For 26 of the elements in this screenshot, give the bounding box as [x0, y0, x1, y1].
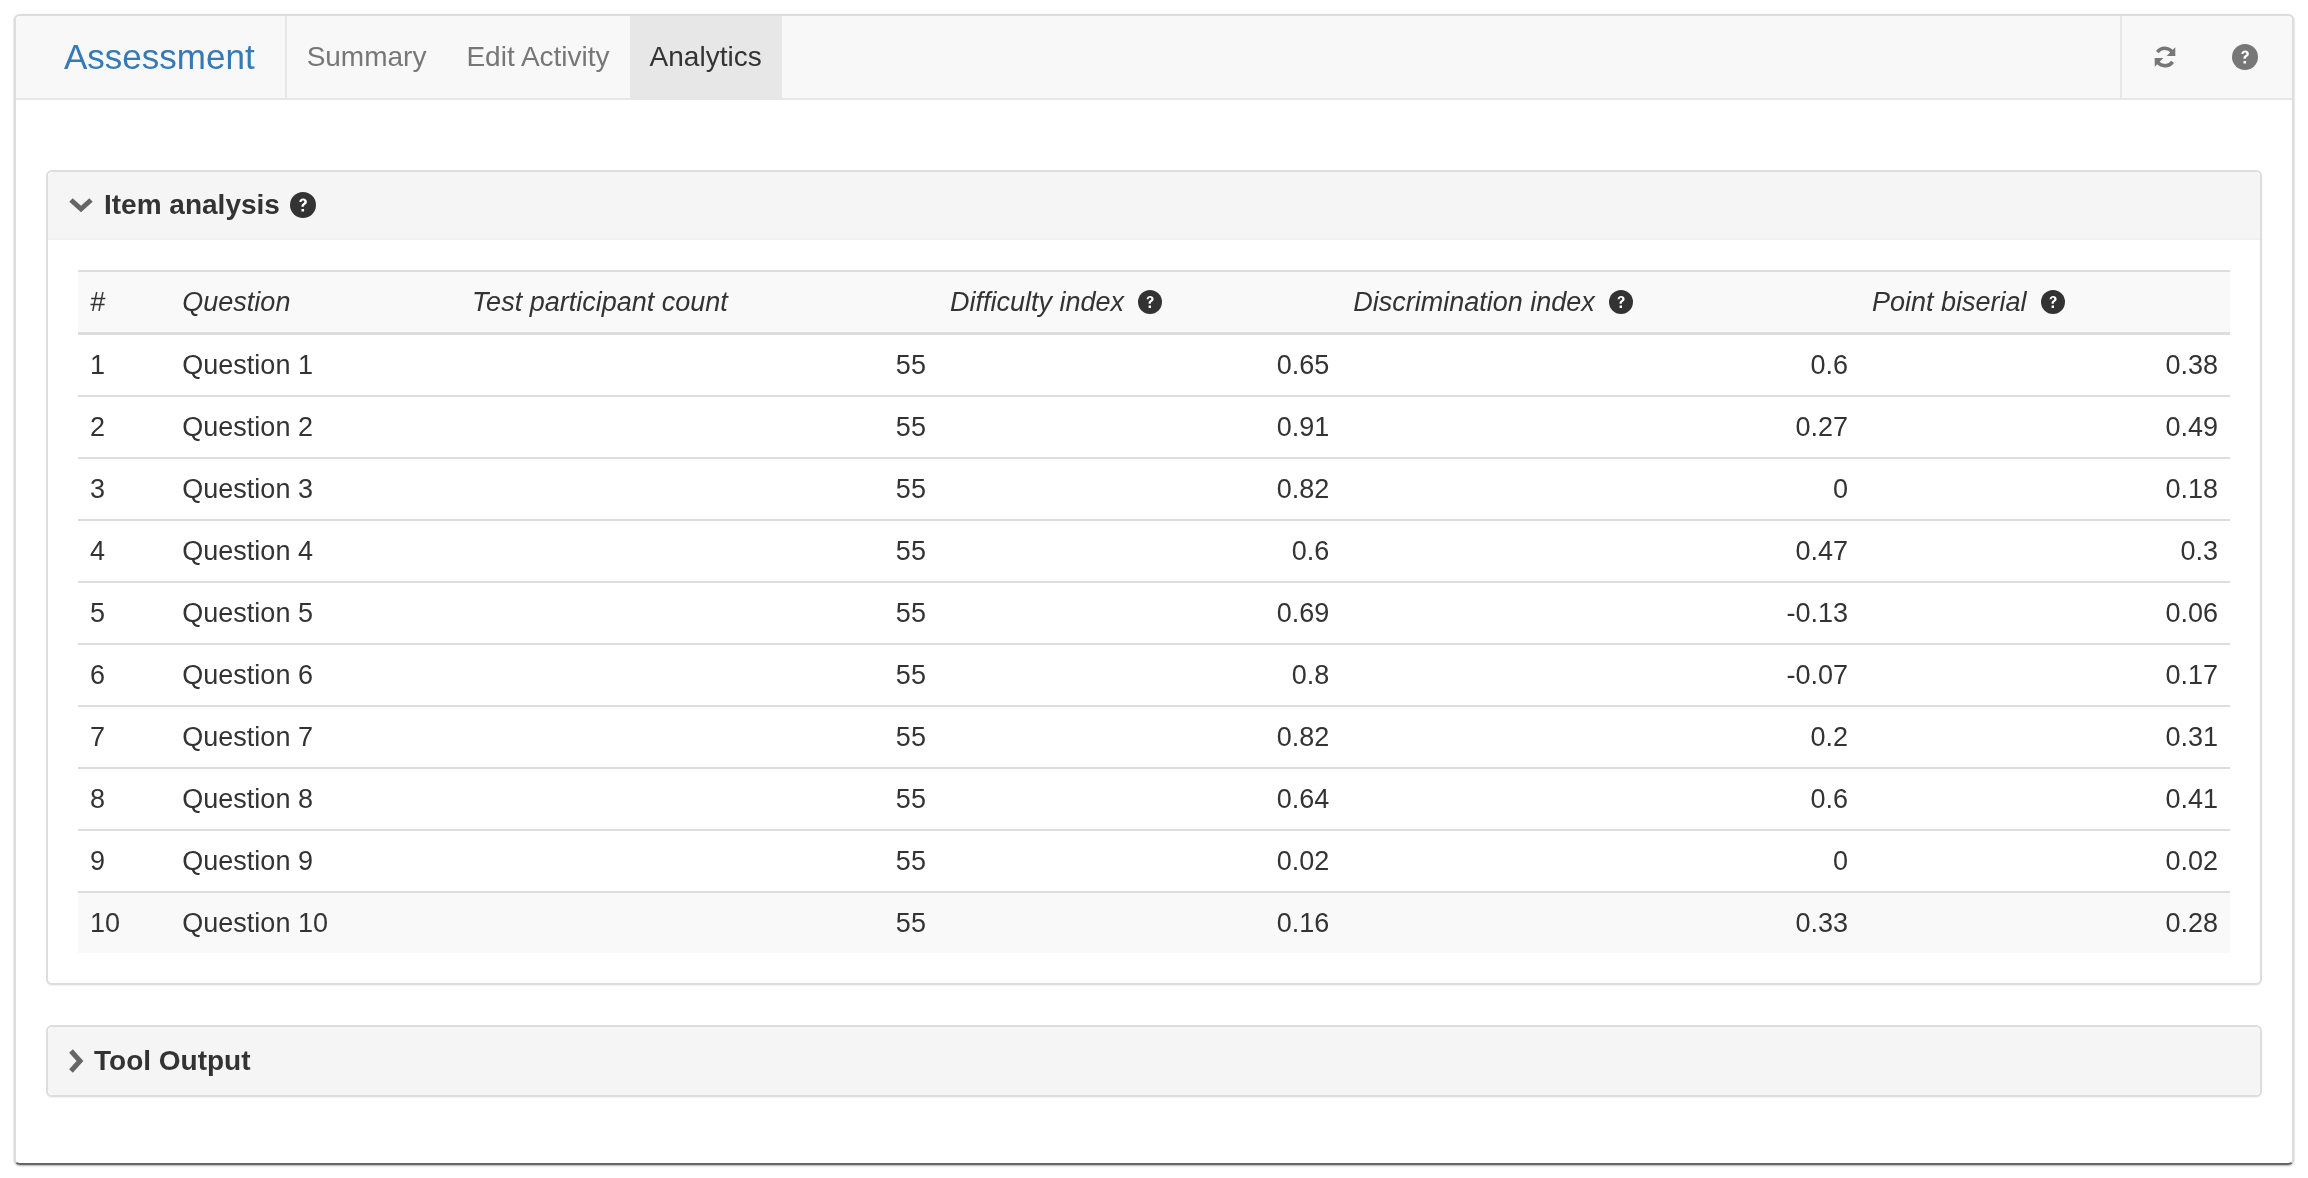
help-icon — [1608, 290, 1633, 314]
table-cell: 0.16 — [937, 892, 1342, 953]
column-header: Test participant count — [460, 271, 938, 334]
column-header: # — [78, 271, 171, 334]
table-cell: Question 10 — [170, 892, 461, 953]
chevron-right-icon — [68, 1048, 84, 1074]
nav-tab[interactable]: Summary — [286, 16, 447, 98]
table-cell: 0.28 — [1859, 892, 2230, 953]
column-header-label: Point biserial — [1871, 286, 2027, 318]
nav-tab[interactable]: Edit Activity — [446, 16, 630, 98]
chevron-down-icon — [68, 196, 94, 214]
column-header: Question — [170, 271, 461, 334]
panel-header[interactable]: Tool Output — [48, 1027, 2260, 1095]
help-icon — [2232, 44, 2258, 70]
help-icon — [289, 192, 316, 218]
help-icon — [2040, 290, 2065, 314]
brand-link[interactable]: Assessment — [16, 16, 287, 98]
panel-header[interactable]: Item analysis — [48, 172, 2260, 240]
refresh-icon — [2152, 44, 2178, 70]
nav-tab[interactable]: Analytics — [629, 16, 782, 98]
column-header-label: Difficulty index — [949, 286, 1124, 318]
table-cell: 10 — [78, 892, 171, 953]
table-cell: 0.33 — [1341, 892, 1860, 953]
help-icon — [1138, 290, 1162, 314]
column-header-label: Discrimination index — [1353, 286, 1595, 318]
table-cell: 55 — [460, 892, 938, 953]
